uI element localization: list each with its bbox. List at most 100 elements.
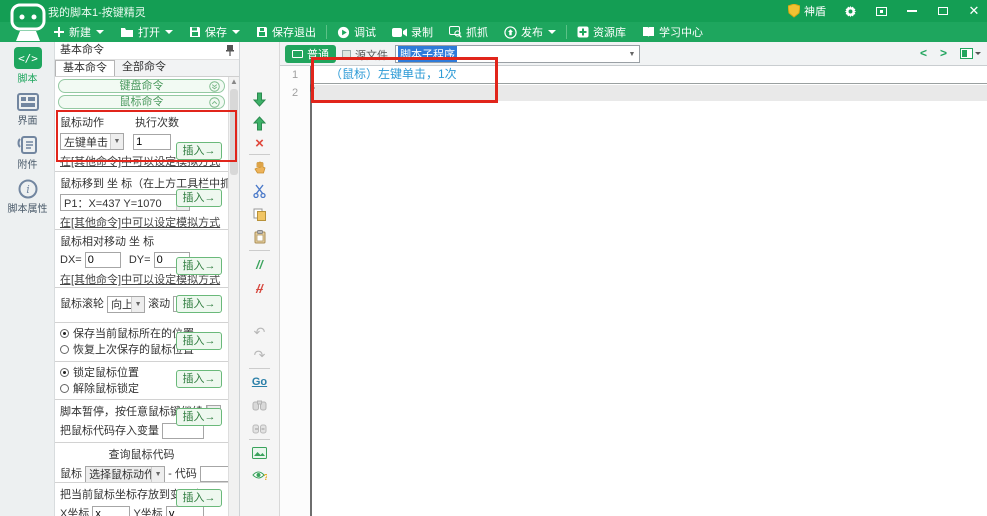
- nav-back-icon[interactable]: <: [920, 46, 927, 60]
- cut-icon[interactable]: [250, 182, 270, 200]
- subroutine-value: 脚本子程序: [398, 46, 457, 62]
- new-button[interactable]: 新建: [45, 22, 112, 42]
- resource-library-label: 资源库: [593, 24, 626, 40]
- grid-panel-icon: [0, 93, 55, 111]
- y-coord-input[interactable]: [166, 506, 204, 516]
- line-number: 2: [280, 84, 310, 102]
- insert-button[interactable]: 插入→: [176, 257, 222, 275]
- tab-normal-view[interactable]: 普通: [285, 45, 336, 63]
- screenshot-icon[interactable]: [250, 444, 270, 462]
- save-exit-button[interactable]: 保存退出: [248, 22, 324, 42]
- x-coord-input[interactable]: [92, 506, 130, 516]
- nav-forward-icon[interactable]: >: [940, 46, 947, 60]
- insert-button[interactable]: 插入→: [176, 189, 222, 207]
- svg-text:?: ?: [264, 473, 268, 481]
- subroutine-select[interactable]: 脚本子程序 ▼: [395, 45, 640, 63]
- insert-button[interactable]: 插入→: [176, 489, 222, 507]
- collapse-chevron-icon: [209, 97, 220, 111]
- dx-label: DX=: [60, 254, 82, 266]
- layout-switch-button[interactable]: [960, 48, 981, 59]
- book-icon: [642, 26, 655, 38]
- save-button[interactable]: 保存: [181, 22, 248, 42]
- radio-unlock-mouse[interactable]: [60, 384, 69, 393]
- insert-button[interactable]: 插入→: [176, 332, 222, 350]
- mouse-action-query-select[interactable]: 选择鼠标动作 ▼: [85, 466, 165, 483]
- query-select-value: 选择鼠标动作: [86, 466, 151, 482]
- code-editor[interactable]: （鼠标）左键单击，1次: [314, 66, 987, 516]
- copy-icon[interactable]: [250, 205, 270, 223]
- uncomment-icon[interactable]: //: [250, 280, 270, 298]
- code-line[interactable]: （鼠标）左键单击，1次: [314, 66, 987, 84]
- exec-count-input[interactable]: [133, 134, 171, 150]
- floppy-exit-icon: [256, 26, 268, 38]
- group-keyboard-commands[interactable]: 键盘命令: [58, 79, 225, 93]
- current-line-highlight[interactable]: [314, 85, 987, 101]
- close-button[interactable]: ✕: [967, 4, 981, 18]
- redo-icon[interactable]: ↷: [250, 346, 270, 364]
- move-line-down-icon[interactable]: [250, 90, 270, 108]
- sidebar-item-ui[interactable]: 界面: [0, 93, 55, 127]
- tab-all-commands[interactable]: 全部命令: [115, 60, 173, 76]
- learning-center-button[interactable]: 学习中心: [634, 22, 711, 42]
- record-button[interactable]: 录制: [384, 22, 441, 42]
- resource-library-button[interactable]: 资源库: [569, 22, 634, 42]
- radio-save-position[interactable]: [60, 329, 69, 338]
- shield-icon: [788, 4, 800, 18]
- debug-button[interactable]: 调试: [329, 22, 384, 42]
- goto-line-icon[interactable]: Go: [250, 373, 270, 391]
- section-script-pause: 脚本暂停，按任意鼠标键继续 ▼ 把鼠标代码存入变量 插入→: [55, 400, 228, 443]
- section-save-mouse-position: 保存当前鼠标所在的位置 恢复上次保存的鼠标位置 插入→: [55, 323, 228, 362]
- find-replace-icon[interactable]: [250, 419, 270, 437]
- comment-icon[interactable]: //: [250, 256, 270, 274]
- move-line-up-icon[interactable]: [250, 114, 270, 132]
- mouse-action-select[interactable]: 左键单击 ▼: [60, 133, 124, 150]
- sidebar-item-label: 脚本: [0, 70, 55, 85]
- group-mouse-label: 鼠标命令: [120, 96, 164, 108]
- panel-scrollbar[interactable]: ▲: [228, 77, 239, 516]
- capture-button[interactable]: 抓抓: [441, 22, 496, 42]
- drag-hand-icon[interactable]: [250, 159, 270, 177]
- svg-text:</>: </>: [18, 52, 38, 65]
- section-mouse-relative-move: 鼠标相对移动 坐 标 DX= DY= 在[其他命令]中可以设定模拟方式 插入→: [55, 230, 228, 288]
- wheel-direction-select[interactable]: 向上 ▼: [107, 296, 145, 313]
- move-coord-select[interactable]: P1：X=437 Y=1070 ▼: [60, 194, 190, 211]
- undo-icon[interactable]: ↶: [250, 323, 270, 341]
- strip-divider: [249, 439, 270, 440]
- line-number: 1: [280, 66, 310, 84]
- section-store-coords: 把当前鼠标坐标存放到变量中 X坐标 Y坐标 插入→: [55, 483, 228, 516]
- panel-title-text: 基本命令: [60, 44, 104, 56]
- open-button[interactable]: 打开: [112, 22, 181, 42]
- insert-button[interactable]: 插入→: [176, 370, 222, 388]
- sidebar-item-script[interactable]: </> 脚本: [0, 47, 55, 85]
- group-mouse-commands[interactable]: 鼠标命令: [58, 95, 225, 109]
- exec-count-label: 执行次数: [135, 117, 179, 129]
- tab-basic-commands[interactable]: 基本命令: [55, 60, 115, 76]
- settings-gear-icon[interactable]: [843, 4, 857, 18]
- resource-box-icon: [577, 26, 589, 38]
- minimize-to-tray-icon[interactable]: [874, 4, 888, 18]
- maximize-button[interactable]: [936, 4, 950, 18]
- shield-button[interactable]: 神盾: [788, 3, 826, 19]
- scrollbar-thumb[interactable]: [230, 89, 238, 175]
- publish-button[interactable]: 发布: [496, 22, 564, 42]
- scroll-up-icon[interactable]: ▲: [229, 77, 239, 88]
- dx-input[interactable]: [85, 252, 121, 268]
- insert-button[interactable]: 插入→: [176, 142, 222, 160]
- insert-button[interactable]: 插入→: [176, 295, 222, 313]
- sidebar-item-label: 界面: [0, 112, 55, 127]
- code-input[interactable]: [200, 466, 228, 482]
- pin-icon[interactable]: [226, 45, 234, 62]
- radio-lock-mouse[interactable]: [60, 368, 69, 377]
- paste-icon[interactable]: [250, 228, 270, 246]
- minimize-button[interactable]: [905, 4, 919, 18]
- insert-button[interactable]: 插入→: [176, 408, 222, 426]
- sim-mode-link[interactable]: 在[其他命令]中可以设定模拟方式: [60, 214, 223, 230]
- radio-restore-position[interactable]: [60, 345, 69, 354]
- find-icon[interactable]: [250, 396, 270, 414]
- tab-source-view[interactable]: 源文件: [342, 47, 388, 63]
- sidebar-item-properties[interactable]: i 脚本属性: [0, 179, 55, 215]
- color-picker-eye-icon[interactable]: ?: [250, 466, 270, 484]
- y-coord-label: Y坐标: [133, 508, 162, 516]
- delete-line-icon[interactable]: ×: [250, 134, 270, 152]
- sidebar-item-attachment[interactable]: 附件: [0, 135, 55, 171]
